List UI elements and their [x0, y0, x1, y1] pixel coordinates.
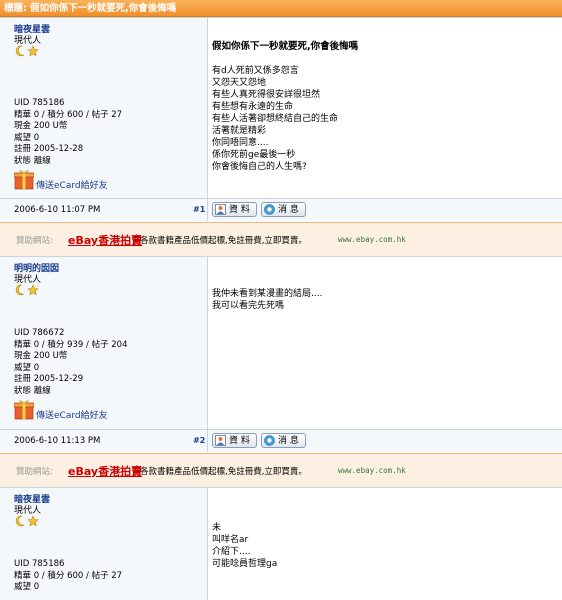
stat-uid: UID 786672 [14, 328, 65, 338]
divider [207, 430, 208, 452]
message-button[interactable]: 消 息 [261, 433, 306, 448]
sponsor-url-link[interactable]: www.ebay.com.hk [338, 235, 406, 244]
author-panel: 暗夜星雲 現代人 UID 785186 精華 0 / 積分 600 / 帖子 2… [0, 488, 208, 600]
thread-title: 標題: 假如你係下一秒就要死,你會後悔嗎 [0, 0, 562, 17]
stat-prestige: 威望 0 [14, 132, 40, 143]
sponsor-url-link[interactable]: www.ebay.com.hk [338, 466, 406, 475]
user-stats: UID 785186 精華 0 / 積分 600 / 帖子 27 威望 0 [14, 559, 122, 594]
profile-icon [215, 204, 226, 215]
post-title: 假如你係下一秒就要死,你會後悔嗎 [212, 41, 359, 52]
sponsor-brand-link[interactable]: eBay香港拍賣 [68, 232, 142, 248]
stat-status: 狀態 離線 [14, 385, 51, 396]
post-line: 你會後悔自己的人生嗎? [212, 162, 307, 172]
sponsor-label: 贊助網站: [16, 467, 53, 477]
rank-stars-icon [15, 515, 39, 527]
sponsor-brand-link[interactable]: eBay香港拍賣 [68, 463, 142, 479]
stat-prestige: 威望 0 [14, 362, 40, 373]
stat-prestige: 威望 0 [14, 582, 40, 593]
post-content: 假如你係下一秒就要死,你會後悔嗎 有d人死前又係多怨言 又怨天又怨地 有些人真死… [208, 18, 562, 199]
send-ecard-link[interactable]: 傳送eCard給好友 [14, 398, 174, 422]
sponsor-description: 各款書籍產品低價起標,免註冊費,立即買賣。 [140, 236, 307, 246]
stat-registered: 註冊 2005-12-29 [14, 374, 84, 385]
sponsor-description: 各款書籍產品低價起標,免註冊費,立即買賣。 [140, 467, 307, 477]
profile-icon [215, 435, 226, 446]
post-content: 我仲未看到某漫畫的結局.... 我可以看完先死嗎 [208, 257, 562, 430]
post-floor-link[interactable]: #2 [193, 436, 205, 445]
post-3: 暗夜星雲 現代人 UID 785186 精華 0 / 積分 600 / 帖子 2… [0, 487, 562, 600]
message-button[interactable]: 消 息 [261, 202, 306, 217]
post-2: 明明的囡囡 現代人 UID 786672 精華 0 / 積分 939 / 帖子 … [0, 256, 562, 430]
stat-uid: UID 785186 [14, 98, 65, 108]
sponsor-label: 贊助網站: [16, 236, 53, 246]
message-button-label: 消 息 [278, 205, 299, 215]
stat-uid: UID 785186 [14, 559, 65, 569]
profile-button-label: 資 料 [229, 436, 250, 446]
divider [207, 199, 208, 221]
gift-card-icon [14, 170, 34, 190]
page: 標題: 假如你係下一秒就要死,你會後悔嗎 暗夜星雲 現代人 UID 785186… [0, 0, 562, 600]
post-1: 暗夜星雲 現代人 UID 785186 精華 0 / 積分 600 / 帖子 2… [0, 17, 562, 199]
rank-stars-icon [15, 284, 39, 296]
message-button-label: 消 息 [278, 436, 299, 446]
stat-points: 精華 0 / 積分 939 / 帖子 204 [14, 339, 128, 350]
user-stats: UID 786672 精華 0 / 積分 939 / 帖子 204 現金 200… [14, 328, 128, 398]
post-date: 2006-6-10 11:13 PM [14, 436, 101, 446]
message-icon [264, 204, 275, 215]
post-date: 2006-6-10 11:07 PM [14, 205, 101, 215]
post-2-footer: 2006-6-10 11:13 PM #2 資 料 消 息 [0, 429, 562, 452]
ecard-label: 傳送eCard給好友 [36, 181, 108, 191]
message-icon [264, 435, 275, 446]
profile-button[interactable]: 資 料 [212, 202, 257, 217]
profile-button[interactable]: 資 料 [212, 433, 257, 448]
stat-cash: 現金 200 U幣 [14, 351, 68, 362]
user-stats: UID 785186 精華 0 / 積分 600 / 帖子 27 現金 200 … [14, 98, 122, 168]
post-floor-link[interactable]: #1 [193, 205, 205, 214]
gift-card-icon [14, 400, 34, 420]
rank-stars-icon [15, 45, 39, 57]
ecard-label: 傳送eCard給好友 [36, 411, 108, 421]
author-panel: 明明的囡囡 現代人 UID 786672 精華 0 / 積分 939 / 帖子 … [0, 257, 208, 430]
post-line: 可能唸員哲理ga [212, 559, 278, 569]
stat-cash: 現金 200 U幣 [14, 121, 68, 132]
stat-points: 精華 0 / 積分 600 / 帖子 27 [14, 570, 123, 581]
author-panel: 暗夜星雲 現代人 UID 785186 精華 0 / 積分 600 / 帖子 2… [0, 18, 208, 199]
send-ecard-link[interactable]: 傳送eCard給好友 [14, 168, 174, 192]
stat-registered: 註冊 2005-12-28 [14, 144, 84, 155]
post-line: 我可以看完先死嗎 [212, 301, 285, 311]
post-1-footer: 2006-6-10 11:07 PM #1 資 料 消 息 [0, 198, 562, 221]
sponsor-ad: 贊助網站: eBay香港拍賣 各款書籍產品低價起標,免註冊費,立即買賣。 www… [0, 222, 562, 257]
stat-points: 精華 0 / 積分 600 / 帖子 27 [14, 109, 123, 120]
profile-button-label: 資 料 [229, 205, 250, 215]
stat-status: 狀態 離線 [14, 155, 51, 166]
post-content: 未 叫咩名ar 介紹下.... 可能唸員哲理ga [208, 488, 562, 600]
sponsor-ad: 贊助網站: eBay香港拍賣 各款書籍產品低價起標,免註冊費,立即買賣。 www… [0, 453, 562, 488]
